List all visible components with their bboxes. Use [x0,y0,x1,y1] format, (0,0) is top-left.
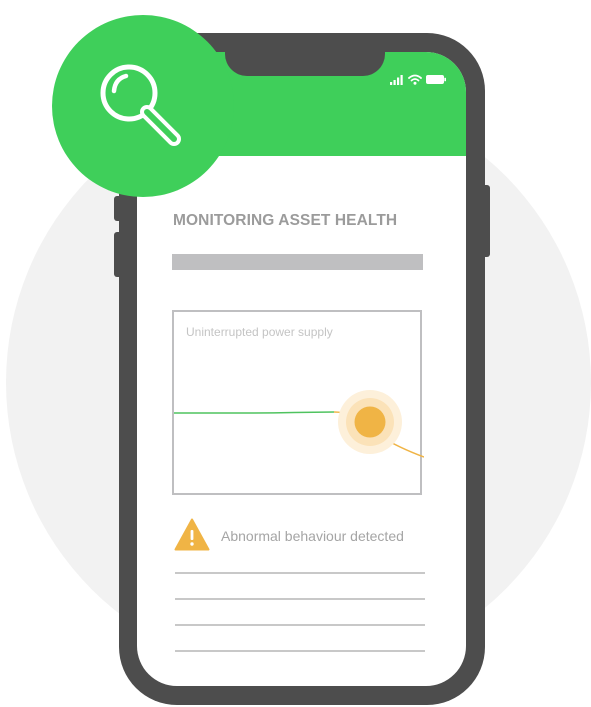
alert-message: Abnormal behaviour detected [221,528,404,544]
signal-icon [390,74,403,85]
progress-placeholder-bar [172,254,423,270]
list-item [175,572,425,574]
battery-icon [426,75,446,84]
page-title: MONITORING ASSET HEALTH [173,212,398,229]
phone-notch [225,52,385,76]
warning-icon [174,518,210,551]
chart-series-line-normal [174,411,335,414]
list-item [175,650,425,652]
power-supply-chart: Uninterrupted power supply [172,310,424,495]
status-bar [390,74,446,85]
search-icon [100,64,181,146]
anomaly-marker [354,406,386,438]
list-item [175,598,425,600]
list-item [175,624,425,626]
wifi-icon [408,74,422,85]
chart-plot [174,390,424,458]
search-badge [52,15,234,197]
